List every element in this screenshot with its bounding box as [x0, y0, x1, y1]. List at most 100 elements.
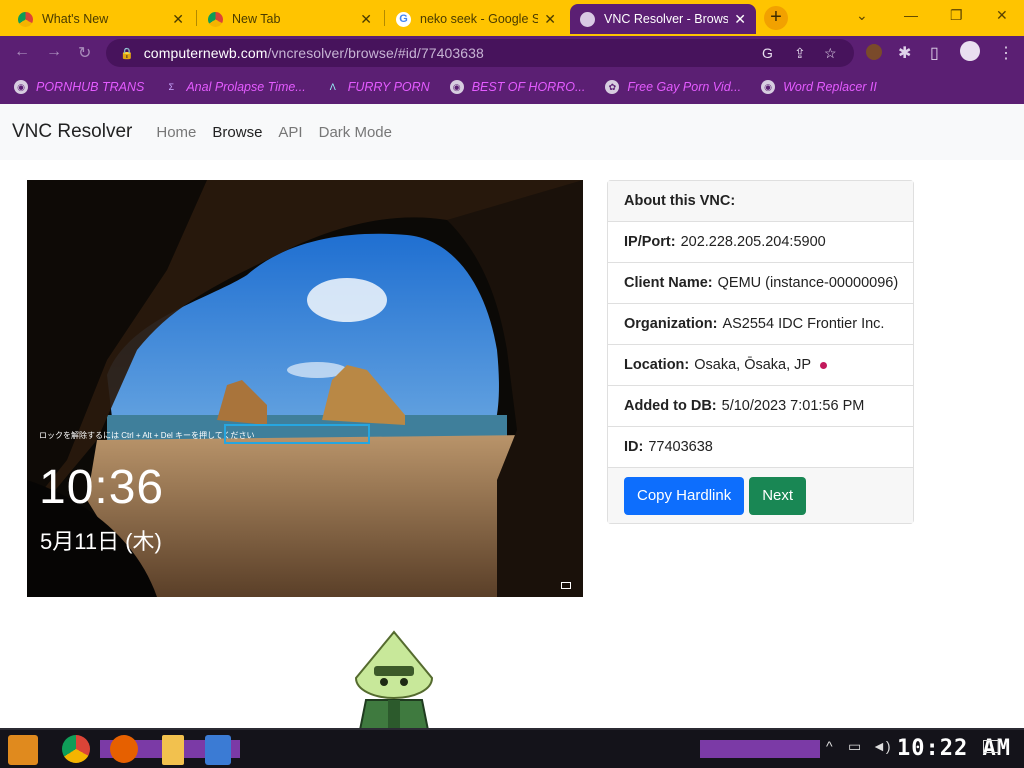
bookmarks-bar: ◉ PORNHUB TRANS Σ Anal Prolapse Time... Λ F…: [0, 70, 1024, 104]
tab-vnc-resolver[interactable]: VNC Resolver - Brows ✕: [570, 4, 756, 34]
site-brand[interactable]: VNC Resolver: [12, 121, 132, 143]
bookmark-label: Anal Prolapse Time...: [186, 80, 306, 94]
browser-toolbar: ← → ↻ 🔒 computernewb.com/vncresolver/bro…: [0, 36, 1024, 70]
close-window-icon[interactable]: ✕: [996, 7, 1008, 24]
id-value: 77403638: [648, 439, 713, 455]
nav-dark-mode[interactable]: Dark Mode: [319, 124, 392, 141]
menu-icon[interactable]: ⋮: [998, 43, 1014, 63]
ip-port-row: IP/Port: 202.228.205.204:5900: [608, 222, 913, 263]
tab-title: VNC Resolver - Brows: [604, 12, 729, 26]
url-path: /vncresolver/browse/#id/77403638: [267, 45, 484, 61]
file-explorer-taskbar-icon[interactable]: [162, 735, 184, 765]
nav-api[interactable]: API: [278, 124, 302, 141]
next-button[interactable]: Next: [749, 476, 807, 515]
nav-home[interactable]: Home: [156, 124, 196, 141]
unlock-hint-text: ロックを解除するには Ctrl + Alt + Del キーを押してください: [39, 431, 255, 440]
app-taskbar-icon[interactable]: [205, 735, 231, 765]
tab-neko-seek[interactable]: G neko seek - Google Se ✕: [386, 4, 566, 34]
taskbar-accent-bar: [700, 740, 820, 758]
client-name-label: Client Name:: [624, 275, 713, 291]
google-icon: G: [396, 11, 411, 27]
chrome-taskbar-icon[interactable]: [62, 735, 90, 763]
copy-hardlink-button[interactable]: Copy Hardlink: [624, 476, 745, 515]
new-tab-button[interactable]: +: [764, 6, 788, 30]
nav-browse[interactable]: Browse: [212, 124, 262, 141]
ip-port-value: 202.228.205.204:5900: [680, 234, 826, 250]
url-text[interactable]: computernewb.com/vncresolver/browse/#id/…: [144, 45, 484, 61]
added-to-db-label: Added to DB:: [624, 398, 717, 414]
added-to-db-value: 5/10/2023 7:01:56 PM: [721, 398, 865, 414]
lock-screen-date: 5月11日 (木): [40, 529, 162, 554]
taskbar: ^ ▭ ◄) 10:22 AM: [0, 728, 1024, 768]
bookmark-label: BEST OF HORRO...: [471, 80, 586, 94]
tab-title: neko seek - Google Se: [420, 12, 539, 26]
chrome-icon: [208, 11, 223, 27]
id-row: ID: 77403638: [608, 427, 913, 468]
close-tab-icon[interactable]: ✕: [734, 11, 746, 28]
network-icon: [561, 582, 571, 589]
bookmark-label: Free Gay Porn Vid...: [627, 80, 742, 94]
added-to-db-row: Added to DB: 5/10/2023 7:01:56 PM: [608, 386, 913, 427]
firefox-taskbar-icon[interactable]: [110, 735, 138, 763]
back-icon[interactable]: ←: [14, 43, 30, 61]
tab-title: New Tab: [232, 12, 281, 26]
focus-highlight-box: [224, 424, 370, 444]
lock-screen-time: 10:36: [39, 461, 165, 514]
id-label: ID:: [624, 439, 644, 455]
bookmark-site-icon: Λ: [329, 82, 336, 92]
share-icon[interactable]: ⇪: [794, 45, 806, 62]
bookmark-label: Word Replacer II: [783, 80, 877, 94]
location-row: Location: Osaka, Ōsaka, JP: [608, 345, 913, 386]
bookmark-item[interactable]: ◉ BEST OF HORRO...: [449, 80, 586, 94]
lock-icon[interactable]: 🔒: [120, 47, 134, 60]
network-tray-icon[interactable]: ▭: [848, 738, 861, 755]
flag-icon: [820, 361, 828, 369]
notification-icon[interactable]: [983, 740, 999, 753]
bookmark-item[interactable]: Λ FURRY PORN: [326, 80, 430, 94]
card-header: About this VNC:: [608, 181, 913, 222]
close-tab-icon[interactable]: ✕: [172, 11, 184, 28]
chrome-icon: [18, 11, 33, 27]
bookmark-label: FURRY PORN: [347, 80, 430, 94]
side-panel-icon[interactable]: ▯: [930, 43, 939, 63]
tab-divider: [384, 10, 385, 26]
bookmark-label: PORNHUB TRANS: [36, 80, 145, 94]
tab-new-tab[interactable]: New Tab ✕: [198, 4, 382, 34]
extension-avatar-icon[interactable]: [866, 44, 882, 60]
close-tab-icon[interactable]: ✕: [544, 11, 556, 28]
bookmark-item[interactable]: ✿ Free Gay Porn Vid...: [605, 80, 741, 94]
mascot-image: [354, 630, 434, 730]
tab-strip: What's New ✕ New Tab ✕ G neko seek - Goo…: [0, 0, 1024, 36]
volume-icon[interactable]: ◄): [872, 738, 891, 754]
vnc-resolver-icon: [580, 11, 595, 27]
bookmark-item[interactable]: ◉ PORNHUB TRANS: [14, 80, 144, 94]
globe-icon: ◉: [14, 80, 28, 94]
restore-icon[interactable]: ❐: [950, 7, 963, 24]
location-value: Osaka, Ōsaka, JP: [694, 357, 812, 373]
start-button[interactable]: [8, 735, 38, 765]
reload-icon[interactable]: ↻: [78, 43, 91, 63]
organization-value: AS2554 IDC Frontier Inc.: [722, 316, 885, 332]
google-lens-icon[interactable]: G: [762, 45, 773, 61]
tray-expand-icon[interactable]: ^: [826, 738, 833, 754]
client-name-row: Client Name: QEMU (instance-00000096): [608, 263, 913, 304]
bookmark-item[interactable]: Σ Anal Prolapse Time...: [164, 80, 306, 94]
profile-icon[interactable]: [960, 41, 980, 61]
ip-port-label: IP/Port:: [624, 234, 676, 250]
location-label: Location:: [624, 357, 690, 373]
tab-whats-new[interactable]: What's New ✕: [8, 4, 194, 34]
minimize-icon[interactable]: —: [904, 7, 918, 23]
close-tab-icon[interactable]: ✕: [360, 11, 372, 28]
card-footer: Copy Hardlink Next: [608, 468, 913, 523]
tab-search-icon[interactable]: ⌄: [856, 7, 868, 24]
bookmark-site-icon: Σ: [168, 82, 175, 92]
extensions-icon[interactable]: ✱: [898, 43, 911, 63]
vnc-screenshot: ロックを解除するには Ctrl + Alt + Del キーを押してください 1…: [27, 180, 583, 597]
client-name-value: QEMU (instance-00000096): [717, 275, 899, 291]
forward-icon[interactable]: →: [46, 43, 62, 61]
globe-icon: ◉: [761, 80, 776, 94]
bookmark-item[interactable]: ◉ Word Replacer II: [761, 80, 877, 94]
bookmark-star-icon[interactable]: ☆: [824, 45, 837, 62]
address-bar[interactable]: 🔒 computernewb.com/vncresolver/browse/#i…: [106, 39, 854, 67]
tab-divider: [196, 10, 197, 26]
